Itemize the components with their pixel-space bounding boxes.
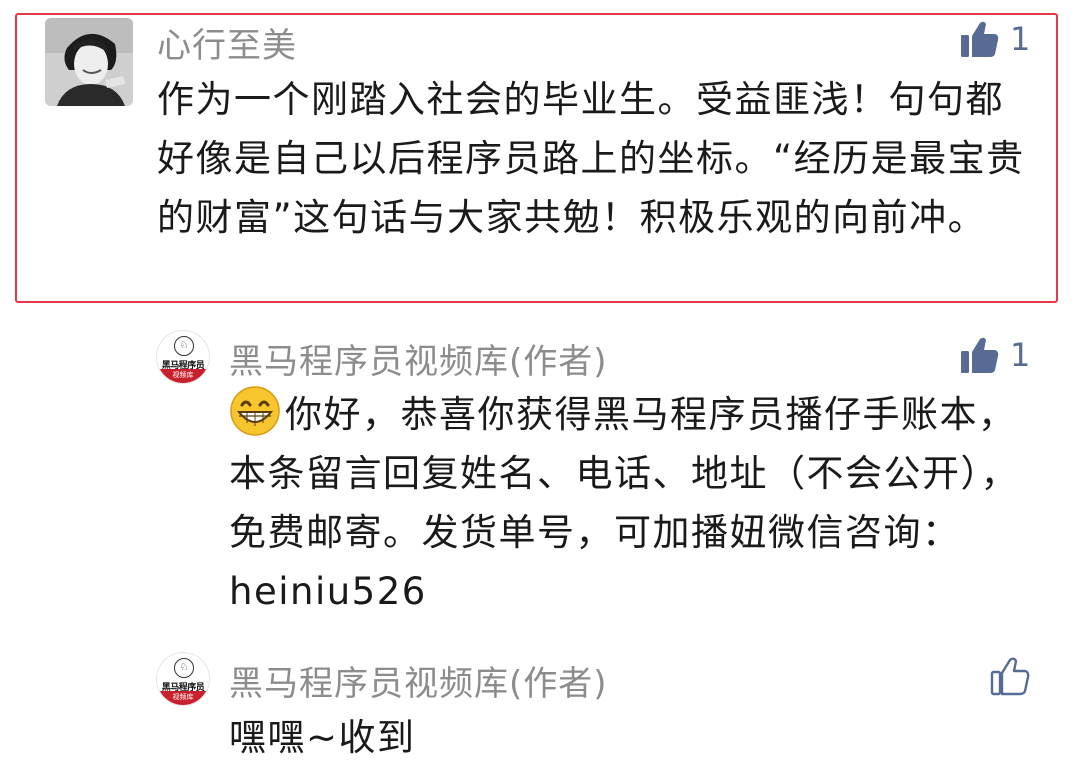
reply-like-button[interactable]: [990, 656, 1030, 696]
comment-like-button[interactable]: 1: [960, 20, 1030, 58]
avatar-band-text: 视频库: [157, 691, 209, 705]
reply-text: 你好，恭喜你获得黑马程序员播仔手账本，本条留言回复姓名、电话、地址（不会公开），…: [229, 385, 1039, 621]
comment-text: 作为一个刚踏入社会的毕业生。受益匪浅！句句都好像是自己以后程序员路上的坐标。“经…: [157, 78, 1025, 239]
reply-like-button[interactable]: 1: [960, 336, 1030, 374]
reply-nickname[interactable]: 黑马程序员视频库(作者): [229, 656, 608, 705]
comment-nickname[interactable]: 心行至美: [157, 18, 297, 67]
user-avatar[interactable]: [45, 18, 133, 106]
comment-like-count: 1: [1010, 20, 1031, 58]
reply-nickname[interactable]: 黑马程序员视频库(作者): [229, 334, 608, 383]
logo-icon: ♘: [174, 658, 194, 678]
reply-text-body: 你好，恭喜你获得黑马程序员播仔手账本，本条留言回复姓名、电话、地址（不会公开），…: [229, 393, 1019, 613]
author-avatar[interactable]: ♘ 黑马程序员 视频库: [156, 652, 210, 706]
thumbs-up-filled-icon: [961, 21, 999, 57]
reply-like-count: 1: [1010, 336, 1031, 374]
avatar-band-text: 视频库: [157, 369, 209, 383]
thumbs-up-outline-icon: [990, 657, 1030, 696]
grinning-face-icon: [230, 386, 280, 436]
reply-text: 嘿嘿~收到: [229, 716, 416, 759]
author-avatar[interactable]: ♘ 黑马程序员 视频库: [156, 330, 210, 384]
thumbs-up-filled-icon: [961, 337, 999, 373]
logo-icon: ♘: [174, 336, 194, 356]
